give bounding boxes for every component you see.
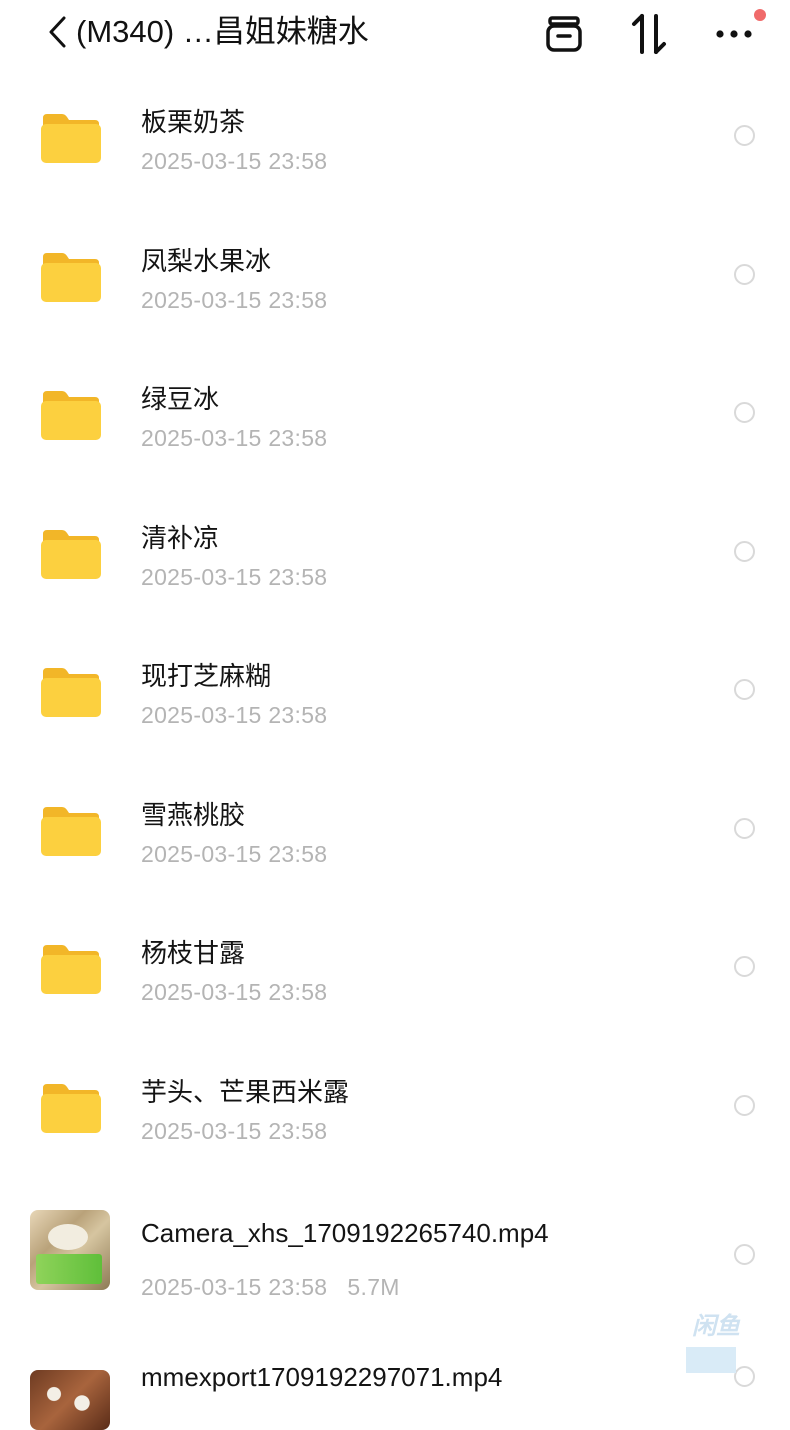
video-thumbnail bbox=[30, 1370, 110, 1430]
folder-title: (M340) …昌姐妹糖水 bbox=[76, 14, 369, 49]
folder-row[interactable]: 清补凉 2025-03-15 23:58 bbox=[0, 484, 790, 623]
folder-name: 现打芝麻糊 bbox=[141, 661, 272, 691]
select-radio[interactable] bbox=[734, 679, 755, 700]
folder-date: 2025-03-15 23:58 bbox=[141, 979, 328, 1005]
file-row[interactable]: mmexport1709192297071.mp4 bbox=[0, 1332, 790, 1430]
select-radio[interactable] bbox=[734, 1094, 755, 1116]
folder-row[interactable]: 杨枝甘露 2025-03-15 23:58 bbox=[0, 899, 790, 1038]
chevron-left-icon bbox=[49, 16, 66, 48]
watermark-logo: 闲鱼 bbox=[692, 1313, 740, 1340]
select-radio[interactable] bbox=[734, 402, 755, 423]
notification-dot bbox=[754, 9, 766, 21]
save-box-button[interactable] bbox=[542, 12, 586, 56]
file-name: mmexport1709192297071.mp4 bbox=[141, 1362, 503, 1392]
select-radio[interactable] bbox=[734, 125, 755, 146]
folder-date: 2025-03-15 23:58 bbox=[141, 702, 328, 728]
file-date: 2025-03-15 23:58 bbox=[141, 1274, 328, 1300]
file-size: 5.7M bbox=[347, 1274, 400, 1300]
save-box-icon bbox=[546, 16, 582, 52]
folder-row[interactable]: 雪燕桃胶 2025-03-15 23:58 bbox=[0, 761, 790, 900]
folder-icon bbox=[40, 1082, 102, 1134]
file-meta: 2025-03-15 23:58 5.7M bbox=[141, 1274, 400, 1301]
select-radio[interactable] bbox=[734, 540, 755, 562]
watermark-block bbox=[686, 1347, 736, 1373]
sort-icon bbox=[632, 14, 666, 54]
folder-icon bbox=[40, 666, 102, 718]
folder-row[interactable]: 凤梨水果冰 2025-03-15 23:58 bbox=[0, 207, 790, 346]
back-button[interactable] bbox=[40, 12, 74, 52]
select-radio[interactable] bbox=[734, 263, 755, 285]
sort-button[interactable] bbox=[627, 12, 671, 56]
folder-icon bbox=[40, 389, 102, 441]
folder-date: 2025-03-15 23:58 bbox=[141, 840, 328, 867]
folder-name: 杨枝甘露 bbox=[141, 938, 246, 968]
folder-name: 清补凉 bbox=[141, 522, 220, 553]
folder-icon bbox=[40, 943, 102, 995]
folder-row[interactable]: 绿豆冰 2025-03-15 23:58 bbox=[0, 345, 790, 484]
folder-icon bbox=[40, 805, 102, 857]
folder-name: 芋头、芒果西米露 bbox=[141, 1076, 350, 1107]
folder-name: 雪燕桃胶 bbox=[141, 799, 246, 830]
folder-icon bbox=[40, 528, 102, 580]
folder-name: 凤梨水果冰 bbox=[141, 245, 272, 276]
folder-date: 2025-03-15 23:58 bbox=[141, 286, 328, 313]
folder-row[interactable]: 现打芝麻糊 2025-03-15 23:58 bbox=[0, 622, 790, 761]
folder-date: 2025-03-15 23:58 bbox=[141, 425, 328, 451]
folder-date: 2025-03-15 23:58 bbox=[141, 148, 328, 174]
folder-date: 2025-03-15 23:58 bbox=[141, 1117, 328, 1144]
top-bar: (M340) …昌姐妹糖水 bbox=[0, 0, 790, 70]
folder-row[interactable]: 板栗奶茶 2025-03-15 23:58 bbox=[0, 68, 790, 207]
more-icon bbox=[716, 30, 752, 38]
folder-name: 绿豆冰 bbox=[141, 384, 220, 414]
folder-icon bbox=[40, 251, 102, 303]
folder-row[interactable]: 芋头、芒果西米露 2025-03-15 23:58 bbox=[0, 1038, 790, 1177]
select-radio[interactable] bbox=[734, 1366, 755, 1387]
file-name: Camera_xhs_1709192265740.mp4 bbox=[141, 1218, 549, 1248]
file-row[interactable]: Camera_xhs_1709192265740.mp4 2025-03-15 2… bbox=[0, 1176, 790, 1332]
file-list: 板栗奶茶 2025-03-15 23:58 凤梨水果冰 2025-03-15 23:5… bbox=[0, 68, 790, 1430]
select-radio[interactable] bbox=[734, 1244, 755, 1265]
folder-icon bbox=[40, 112, 102, 164]
folder-name: 板栗奶茶 bbox=[141, 107, 246, 137]
select-radio[interactable] bbox=[734, 956, 755, 977]
folder-date: 2025-03-15 23:58 bbox=[141, 563, 328, 590]
select-radio[interactable] bbox=[734, 817, 755, 839]
more-button[interactable] bbox=[712, 12, 756, 56]
video-thumbnail bbox=[30, 1210, 110, 1290]
